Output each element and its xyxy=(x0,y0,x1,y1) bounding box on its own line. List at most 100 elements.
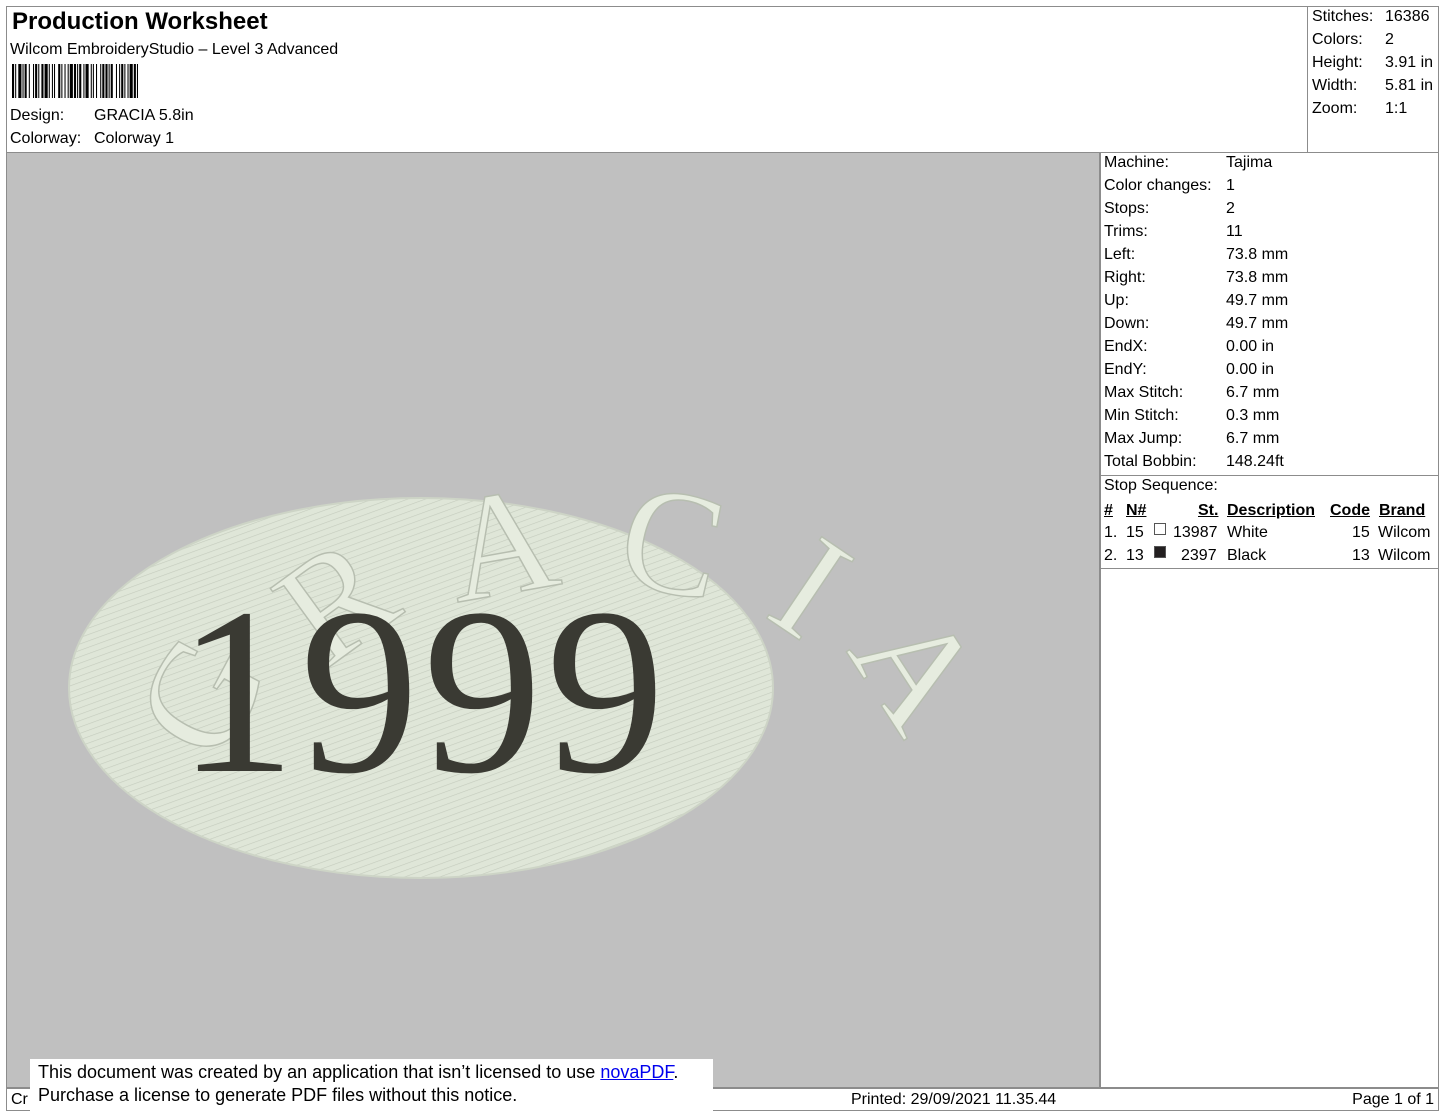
barcode-bar xyxy=(18,64,22,98)
barcode-bar xyxy=(83,64,85,98)
divider xyxy=(1101,568,1438,569)
info-label: Min Stitch: xyxy=(1104,407,1179,424)
info-label: Total Bobbin: xyxy=(1104,453,1197,470)
page-number: Page 1 of 1 xyxy=(1352,1091,1434,1108)
license-notice: This document was created by an applicat… xyxy=(30,1059,713,1111)
info-label: Machine: xyxy=(1104,154,1169,171)
notice-line-1: This document was created by an applicat… xyxy=(38,1062,678,1083)
barcode-image xyxy=(12,64,138,98)
barcode-bar xyxy=(110,64,113,98)
row-code: 15 xyxy=(1352,524,1370,541)
barcode-bar xyxy=(28,64,30,98)
info-max-stitch: Max Stitch: 6.7 mm xyxy=(1104,384,1279,402)
barcode-bar xyxy=(136,64,138,98)
design-label: Design: xyxy=(10,107,65,124)
info-down: Down: 49.7 mm xyxy=(1104,315,1288,333)
barcode-bar xyxy=(12,64,15,98)
stats-zoom: Zoom: 1:1 xyxy=(1312,100,1407,118)
barcode-bar xyxy=(115,64,117,98)
stats-value: 3.91 in xyxy=(1385,54,1434,71)
barcode-bar xyxy=(121,64,124,98)
row-brand: Wilcom xyxy=(1378,524,1431,541)
barcode-bar xyxy=(22,64,24,98)
barcode-bar xyxy=(85,64,89,98)
stats-label: Zoom: xyxy=(1312,100,1358,117)
color-swatch xyxy=(1154,523,1166,535)
barcode-bar xyxy=(48,64,50,98)
col-header-description: Description xyxy=(1227,502,1316,519)
row-num: 2. xyxy=(1104,547,1118,564)
design-year: 1999 xyxy=(177,560,669,823)
col-header-code: Code xyxy=(1330,502,1370,519)
info-stops: Stops: 2 xyxy=(1104,200,1235,218)
info-value: 148.24ft xyxy=(1226,453,1284,470)
info-value: 0.3 mm xyxy=(1226,407,1280,424)
info-value: 2 xyxy=(1226,200,1235,217)
info-right: Right: 73.8 mm xyxy=(1104,269,1288,287)
embroidery-design: GR A C IA 1999 xyxy=(68,450,1017,879)
info-value: 49.7 mm xyxy=(1226,292,1289,309)
barcode-bar xyxy=(105,64,108,98)
info-value: 73.8 mm xyxy=(1226,246,1289,263)
info-label: Down: xyxy=(1104,315,1150,332)
barcode-bar xyxy=(41,64,44,98)
col-header-brand: Brand xyxy=(1379,502,1426,519)
row-brand: Wilcom xyxy=(1378,547,1431,564)
stats-height: Height: 3.91 in xyxy=(1312,54,1433,72)
stats-stitches: Stitches: 16386 xyxy=(1312,8,1430,26)
barcode-bar xyxy=(69,64,73,98)
design-name-row: Design: GRACIA 5.8in xyxy=(10,107,194,125)
novapdf-link[interactable]: novaPDF xyxy=(600,1062,673,1082)
info-left: Left: 73.8 mm xyxy=(1104,246,1288,264)
info-label: Max Jump: xyxy=(1104,430,1183,447)
stats-label: Stitches: xyxy=(1312,8,1374,25)
info-label: Left: xyxy=(1104,246,1136,263)
footer-stub: Cr xyxy=(11,1091,28,1108)
stats-colors: Colors: 2 xyxy=(1312,31,1394,49)
stats-label: Colors: xyxy=(1312,31,1363,48)
barcode-bar xyxy=(124,64,126,98)
row-needle: 13 xyxy=(1126,547,1144,564)
info-value: 1 xyxy=(1226,177,1235,194)
info-label: Up: xyxy=(1104,292,1129,309)
color-swatch xyxy=(1154,546,1166,558)
colorway-value: Colorway 1 xyxy=(94,130,175,147)
barcode-bar xyxy=(79,64,82,98)
row-stitches: 13987 xyxy=(1173,524,1218,541)
barcode-bar xyxy=(54,64,56,98)
info-label: Trims: xyxy=(1104,223,1148,240)
info-value: 6.7 mm xyxy=(1226,384,1280,401)
design-preview: GRACIA 1999 xyxy=(6,152,1100,1088)
info-label: EndX: xyxy=(1104,338,1148,355)
info-value: 49.7 mm xyxy=(1226,315,1289,332)
info-value: Tajima xyxy=(1226,154,1273,171)
info-value: 11 xyxy=(1226,223,1243,240)
row-stitches: 2397 xyxy=(1181,547,1217,564)
barcode-bar xyxy=(92,64,94,98)
printed-date: Printed: 29/09/2021 11.35.44 xyxy=(851,1091,1057,1108)
info-endx: EndX: 0.00 in xyxy=(1104,338,1274,356)
colorway-label: Colorway: xyxy=(10,130,82,147)
info-total-bobbin: Total Bobbin: 148.24ft xyxy=(1104,453,1284,471)
info-endy: EndY: 0.00 in xyxy=(1104,361,1274,379)
info-label: Right: xyxy=(1104,269,1146,286)
barcode-bar xyxy=(77,64,79,98)
stats-label: Width: xyxy=(1312,77,1358,94)
page-title: Production Worksheet xyxy=(12,8,268,35)
info-value: 0.00 in xyxy=(1226,361,1275,378)
stats-width: Width: 5.81 in xyxy=(1312,77,1433,95)
row-description: Black xyxy=(1227,547,1267,564)
info-value: 6.7 mm xyxy=(1226,430,1280,447)
stats-value: 5.81 in xyxy=(1385,77,1434,94)
col-header-st: St. xyxy=(1198,502,1219,519)
arc-letter: A xyxy=(818,578,1016,759)
notice-text: This document was created by an applicat… xyxy=(38,1062,601,1082)
notice-line-2: Purchase a license to generate PDF files… xyxy=(38,1085,518,1105)
stats-value: 2 xyxy=(1385,31,1394,48)
info-label: EndY: xyxy=(1104,361,1147,378)
info-color-changes: Color changes: 1 xyxy=(1104,177,1235,195)
stats-value: 16386 xyxy=(1385,8,1430,25)
barcode-bar xyxy=(90,64,92,98)
software-name: Wilcom EmbroideryStudio – Level 3 Advanc… xyxy=(10,41,339,58)
barcode-bar xyxy=(38,64,40,98)
